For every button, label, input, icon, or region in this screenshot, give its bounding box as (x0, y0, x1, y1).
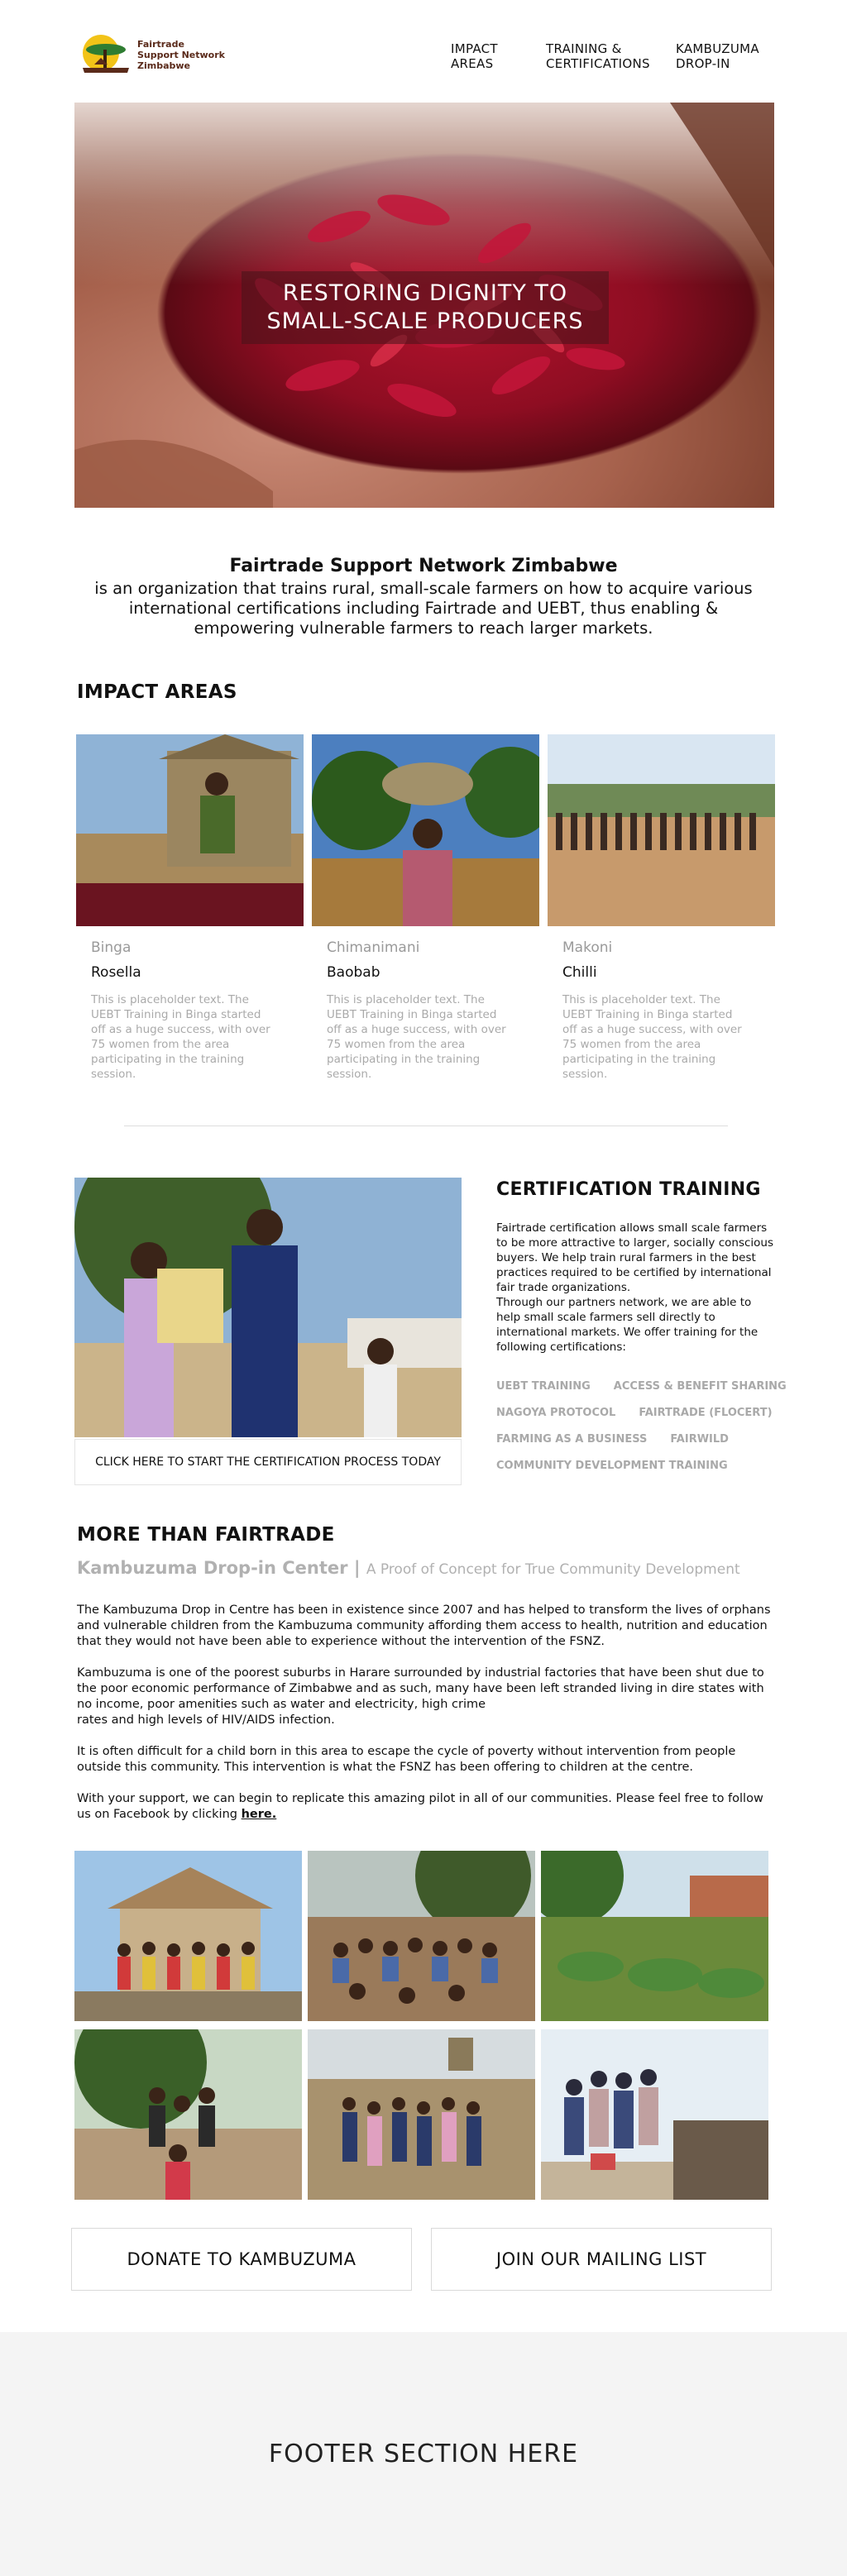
certification-heading: CERTIFICATION TRAINING (496, 1179, 761, 1200)
logo[interactable]: Fairtrade Support Network Zimbabwe (78, 31, 225, 78)
tag-uebt-training[interactable]: UEBT TRAINING (496, 1379, 591, 1394)
card-image (76, 734, 304, 926)
nav-impact-areas[interactable]: IMPACT AREAS (451, 41, 542, 71)
donate-button[interactable]: DONATE TO KAMBUZUMA (71, 2228, 412, 2291)
card-crop: Baobab (327, 964, 380, 981)
impact-cards: Binga Rosella This is placeholder text. … (76, 734, 775, 1082)
logo-tree-icon (78, 31, 136, 78)
hero-title-box: RESTORING DIGNITY TO SMALL-SCALE PRODUCE… (242, 271, 609, 344)
nav-kambuzuma-drop-in[interactable]: KAMBUZUMA DROP-IN (676, 41, 783, 71)
page: Fairtrade Support Network Zimbabwe IMPAC… (0, 0, 847, 2576)
gallery-image[interactable] (74, 1851, 302, 2021)
nav-label: KAMBUZUMA (676, 41, 759, 56)
tag-fairtrade-flocert[interactable]: FAIRTRADE (FLOCERT) (639, 1406, 772, 1421)
footer: FOOTER SECTION HERE (0, 2332, 847, 2576)
footer-placeholder-text: FOOTER SECTION HERE (268, 2440, 579, 2468)
facebook-prompt-text: With your support, we can begin to repli… (77, 1792, 763, 1821)
impact-card-binga[interactable]: Binga Rosella This is placeholder text. … (76, 734, 304, 1082)
card-crop: Chilli (562, 964, 597, 981)
hero-title: RESTORING DIGNITY TO SMALL-SCALE PRODUCE… (266, 280, 583, 336)
card-crop: Rosella (91, 964, 141, 981)
intro: Fairtrade Support Network Zimbabwe is an… (83, 556, 764, 638)
intro-title: Fairtrade Support Network Zimbabwe (229, 556, 618, 576)
kambuzuma-paragraph-2: Kambuzuma is one of the poorest suburbs … (77, 1666, 772, 1728)
card-location: Makoni (562, 939, 613, 956)
card-location: Chimanimani (327, 939, 420, 956)
logo-line-1: Fairtrade (137, 38, 184, 50)
certification-tags: UEBT TRAINING ACCESS & BENEFIT SHARING N… (496, 1379, 802, 1474)
card-image (548, 734, 775, 926)
tag-community-development-training[interactable]: COMMUNITY DEVELOPMENT TRAINING (496, 1459, 728, 1474)
logo-text: Fairtrade Support Network Zimbabwe (137, 39, 225, 71)
nav-label: AREAS (451, 56, 494, 71)
nav-label: IMPACT (451, 41, 498, 56)
tag-nagoya-protocol[interactable]: NAGOYA PROTOCOL (496, 1406, 615, 1421)
nav-label: CERTIFICATIONS (546, 56, 650, 71)
impact-card-makoni[interactable]: Makoni Chilli This is placeholder text. … (548, 734, 775, 1082)
card-description: This is placeholder text. The UEBT Train… (91, 993, 270, 1081)
certification-cta-button[interactable]: CLICK HERE TO START THE CERTIFICATION PR… (74, 1439, 462, 1485)
kambuzuma-paragraph-4: With your support, we can begin to repli… (77, 1791, 772, 1823)
impact-areas-heading: IMPACT AREAS (77, 681, 237, 703)
kambuzuma-paragraph-1: The Kambuzuma Drop in Centre has been in… (77, 1603, 771, 1648)
card-description: This is placeholder text. The UEBT Train… (562, 993, 742, 1081)
hero-title-line-1: RESTORING DIGNITY TO (282, 280, 568, 306)
tag-access-benefit-sharing[interactable]: ACCESS & BENEFIT SHARING (614, 1379, 787, 1394)
kambuzuma-subtitle: Kambuzuma Drop-in Center | A Proof of Co… (77, 1558, 740, 1578)
facebook-link[interactable]: here. (242, 1808, 277, 1821)
card-description: This is placeholder text. The UEBT Train… (327, 993, 506, 1081)
impact-card-chimanimani[interactable]: Chimanimani Baobab This is placeholder t… (312, 734, 539, 1082)
nav-label: DROP-IN (676, 56, 730, 71)
kambuzuma-gallery (74, 1851, 769, 2200)
gallery-image[interactable] (308, 1851, 535, 2021)
logo-line-2: Support Network (137, 49, 225, 60)
certification-paragraph-2: Through our partners network, we are abl… (496, 1296, 758, 1354)
certification-paragraph-1: Fairtrade certification allows small sca… (496, 1221, 774, 1294)
tag-fairwild[interactable]: FAIRWILD (670, 1432, 729, 1447)
kambuzuma-paragraph-2a: Kambuzuma is one of the poorest suburbs … (77, 1666, 764, 1711)
gallery-image[interactable] (308, 2029, 535, 2200)
subtitle-tagline: A Proof of Concept for True Community De… (366, 1561, 740, 1578)
tag-farming-as-a-business[interactable]: FARMING AS A BUSINESS (496, 1432, 647, 1447)
logo-line-3: Zimbabwe (137, 60, 191, 71)
mailing-list-button[interactable]: JOIN OUR MAILING LIST (431, 2228, 772, 2291)
gallery-image[interactable] (74, 2029, 302, 2200)
card-image (312, 734, 539, 926)
more-than-fairtrade-heading: MORE THAN FAIRTRADE (77, 1524, 335, 1546)
kambuzuma-paragraph-3: It is often difficult for a child born i… (77, 1745, 736, 1774)
gallery-image[interactable] (541, 2029, 768, 2200)
header: Fairtrade Support Network Zimbabwe IMPAC… (0, 0, 847, 91)
kambuzuma-paragraph-2b: rates and high levels of HIV/AIDS infect… (77, 1713, 335, 1727)
nav-training-certifications[interactable]: TRAINING & CERTIFICATIONS (546, 41, 670, 71)
certification-image (74, 1178, 462, 1437)
hero-title-line-2: SMALL-SCALE PRODUCERS (266, 308, 584, 334)
nav-label: TRAINING & (546, 41, 622, 56)
card-location: Binga (91, 939, 132, 956)
hero-image: RESTORING DIGNITY TO SMALL-SCALE PRODUCE… (74, 103, 774, 508)
subtitle-main: Kambuzuma Drop-in Center | (77, 1558, 366, 1578)
gallery-image[interactable] (541, 1851, 768, 2021)
intro-body: is an organization that trains rural, sm… (94, 579, 753, 638)
